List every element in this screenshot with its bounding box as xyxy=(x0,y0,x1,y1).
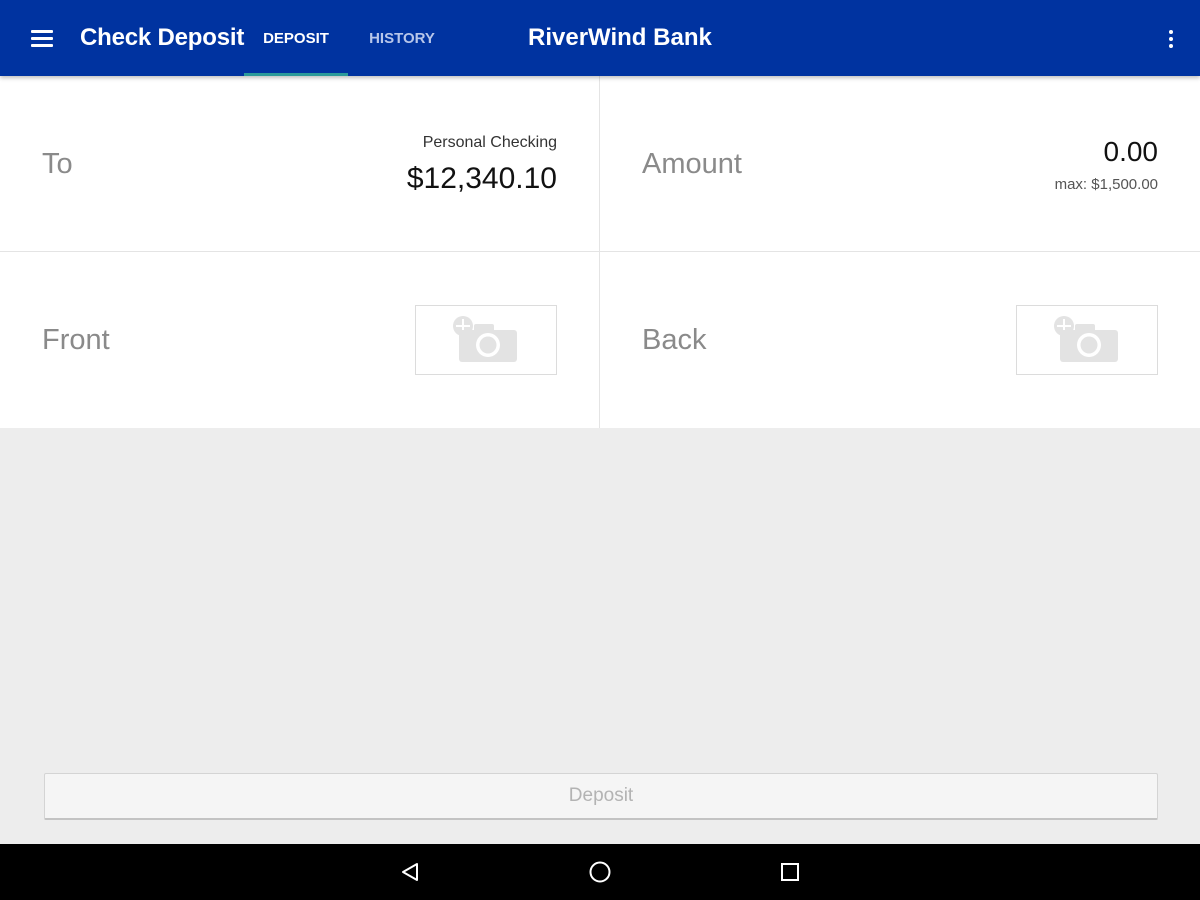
bank-name: RiverWind Bank xyxy=(528,24,712,51)
recents-square-icon[interactable] xyxy=(770,856,810,888)
to-label: To xyxy=(42,148,73,180)
deposit-form: To Personal Checking $12,340.10 Amount 0… xyxy=(0,76,1200,428)
tab-indicator xyxy=(244,73,348,76)
to-account-selector[interactable]: To Personal Checking $12,340.10 xyxy=(0,76,600,252)
back-label: Back xyxy=(642,324,707,356)
back-photo-button[interactable] xyxy=(1016,305,1158,375)
app-bar: Check Deposit DEPOSIT HISTORY RiverWind … xyxy=(0,0,1200,76)
amount-value: 0.00 xyxy=(1103,136,1159,167)
amount-field[interactable]: Amount 0.00 max: $1,500.00 xyxy=(600,76,1200,252)
tab-history[interactable]: HISTORY xyxy=(350,0,454,76)
system-navigation-bar xyxy=(0,844,1200,900)
add-a-photo-icon xyxy=(1054,316,1118,362)
tab-deposit[interactable]: DEPOSIT xyxy=(244,0,348,76)
front-photo-button[interactable] xyxy=(415,305,557,375)
front-label: Front xyxy=(42,324,110,356)
deposit-button[interactable]: Deposit xyxy=(44,773,1158,820)
front-capture-row[interactable]: Front xyxy=(0,252,600,428)
home-circle-icon[interactable] xyxy=(580,856,620,888)
account-balance: $12,340.10 xyxy=(406,162,557,195)
amount-max: max: $1,500.00 xyxy=(1054,176,1158,193)
add-a-photo-icon xyxy=(453,316,517,362)
amount-label: Amount xyxy=(642,148,742,180)
account-name: Personal Checking xyxy=(422,134,557,151)
more-vert-icon[interactable] xyxy=(1156,22,1186,56)
back-triangle-icon[interactable] xyxy=(390,856,430,888)
back-capture-row[interactable]: Back xyxy=(600,252,1200,428)
app-title: Check Deposit xyxy=(80,24,245,51)
hamburger-menu-icon[interactable] xyxy=(22,20,62,56)
